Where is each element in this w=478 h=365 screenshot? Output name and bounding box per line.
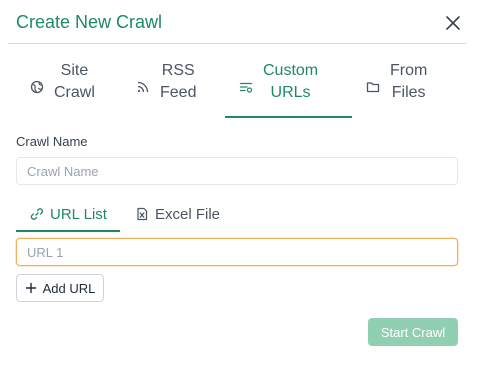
globe-icon: [30, 80, 44, 94]
excel-file-icon: [137, 207, 148, 221]
url-source-tabs: URL List Excel File: [16, 196, 458, 232]
tab-excel-file-label: Excel File: [155, 205, 221, 223]
list-settings-icon: [239, 80, 253, 94]
tab-from-files[interactable]: From Files: [366, 60, 456, 118]
tab-custom-urls[interactable]: Custom URLs: [225, 60, 352, 118]
tab-label: RSS Feed: [160, 62, 197, 101]
tab-url-list[interactable]: URL List: [16, 196, 120, 232]
tab-rss-feed[interactable]: RSS Feed: [136, 60, 216, 118]
crawl-name-input[interactable]: [16, 157, 458, 185]
start-crawl-button[interactable]: Start Crawl: [368, 318, 458, 346]
tab-excel-file[interactable]: Excel File: [135, 196, 245, 232]
dialog-title: Create New Crawl: [16, 12, 163, 32]
dialog-header: Create New Crawl: [8, 0, 466, 44]
tab-label: Site Crawl: [54, 62, 95, 101]
tab-label: From Files: [390, 62, 428, 101]
create-crawl-dialog: Create New Crawl Site Crawl RSS Feed Cus…: [0, 0, 478, 365]
close-icon: [446, 16, 460, 30]
add-url-button[interactable]: Add URL: [16, 274, 104, 302]
add-url-label: Add URL: [42, 280, 96, 296]
crawl-name-label: Crawl Name: [16, 134, 88, 149]
tab-site-crawl[interactable]: Site Crawl: [30, 60, 110, 118]
crawl-type-tabs: Site Crawl RSS Feed Custom URLs From Fil…: [16, 60, 458, 118]
tab-url-list-label: URL List: [50, 205, 107, 223]
close-button[interactable]: [444, 14, 462, 32]
link-icon: [30, 208, 44, 220]
tab-label: Custom URLs: [263, 62, 319, 101]
rss-icon: [136, 80, 150, 94]
url-input-1[interactable]: [16, 238, 458, 266]
folder-icon: [366, 80, 380, 94]
plus-icon: [25, 282, 36, 294]
